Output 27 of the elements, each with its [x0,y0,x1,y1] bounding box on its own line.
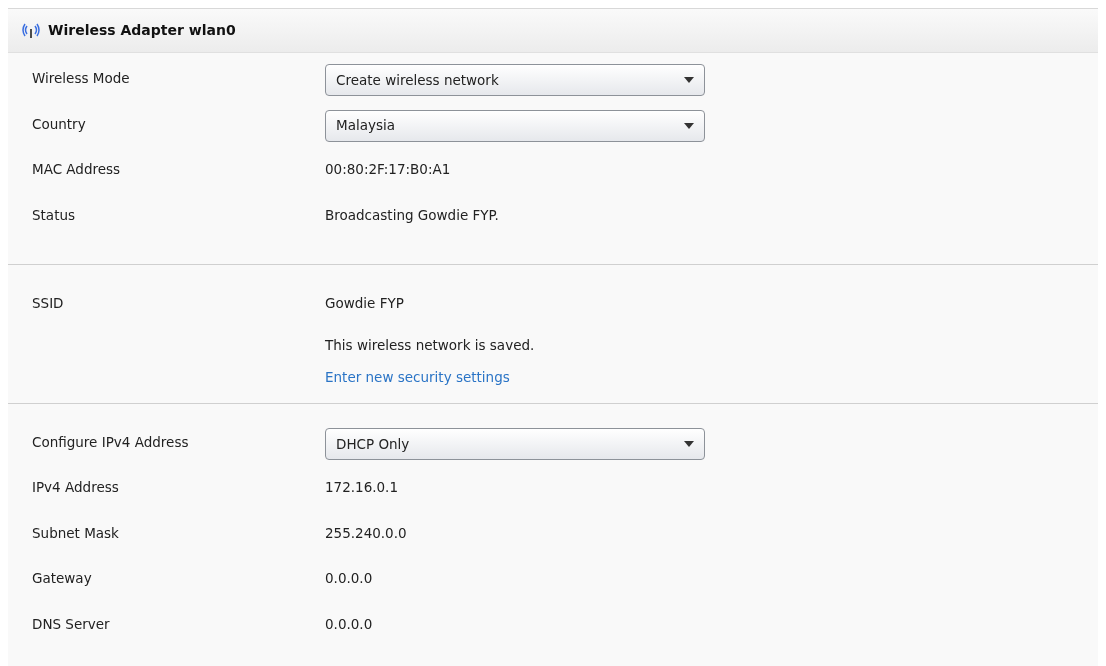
field-label: SSID [32,294,65,313]
saved-message: This wireless network is saved. [325,336,535,356]
caret-icon [684,122,694,129]
field-value: 0.0.0.0 [325,614,373,634]
dropdown[interactable]: Create wireless network [325,64,705,96]
security-settings-link[interactable]: Enter new security settings [325,366,535,387]
field-label: Configure IPv4 Address [32,432,190,452]
field-value: 0.0.0.0 [325,569,373,589]
field-label: Subnet Mask [32,523,120,543]
panel-title: Wireless Adapter wlan0 [48,21,236,40]
field-label: Gateway [32,569,93,589]
field-value: Broadcasting Gowdie FYP. [325,205,499,225]
field-label: Country [32,114,87,134]
field-label: Status [32,205,77,225]
field-value: Gowdie FYP [325,294,405,313]
field-label: MAC Address [32,160,122,179]
field-value: 255.240.0.0 [325,523,407,543]
field-value: 00:80:2F:17:B0:A1 [325,160,451,179]
dropdown[interactable]: DHCP Only [325,427,705,460]
field-label: IPv4 Address [32,478,120,498]
antenna-signal-icon [22,22,40,39]
caret-icon [684,77,694,83]
caret-icon [684,440,694,447]
field-label: Wireless Mode [32,69,131,88]
field-value: 172.16.0.1 [325,478,398,498]
dropdown[interactable]: Malaysia [325,109,705,142]
field-label: DNS Server [32,614,111,634]
